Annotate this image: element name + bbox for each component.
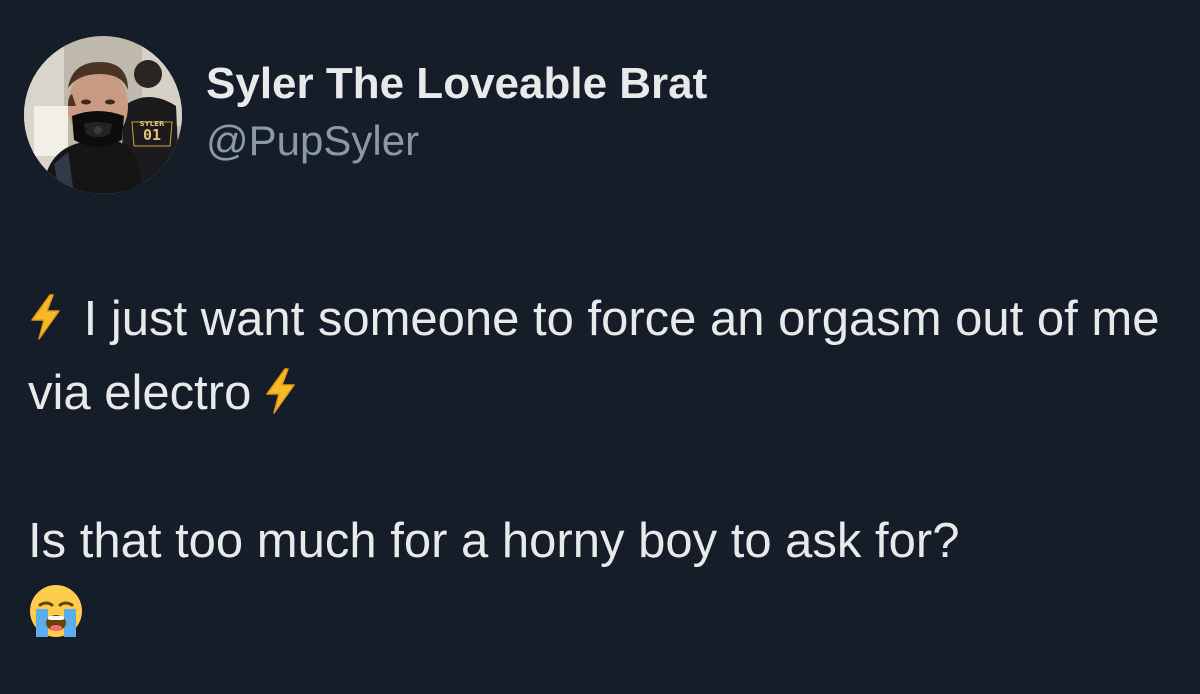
tweet-paragraph-2: Is that too much for a horny boy to ask … [28, 504, 1178, 652]
tweet-card: SYLER 01 Syler The Loveable Brat @PupSyl… [0, 0, 1200, 694]
tweet-text-line-1: I just want someone to force an orgasm o… [28, 292, 1160, 420]
avatar[interactable]: SYLER 01 [24, 36, 182, 194]
avatar-image: SYLER 01 [24, 36, 182, 194]
user-handle[interactable]: @PupSyler [206, 116, 707, 166]
tweet-paragraph-1: I just want someone to force an orgasm o… [28, 282, 1178, 430]
lightning-bolt-icon [28, 288, 64, 340]
display-name[interactable]: Syler The Loveable Brat [206, 58, 707, 110]
svg-text:01: 01 [143, 126, 161, 144]
loudly-crying-face-icon [28, 583, 84, 639]
author-names: Syler The Loveable Brat @PupSyler [206, 58, 707, 166]
lightning-bolt-icon [263, 362, 299, 414]
tweet-text-line-2: Is that too much for a horny boy to ask … [28, 514, 960, 568]
tweet-header: SYLER 01 Syler The Loveable Brat @PupSyl… [24, 36, 707, 194]
tweet-text: I just want someone to force an orgasm o… [28, 282, 1178, 652]
